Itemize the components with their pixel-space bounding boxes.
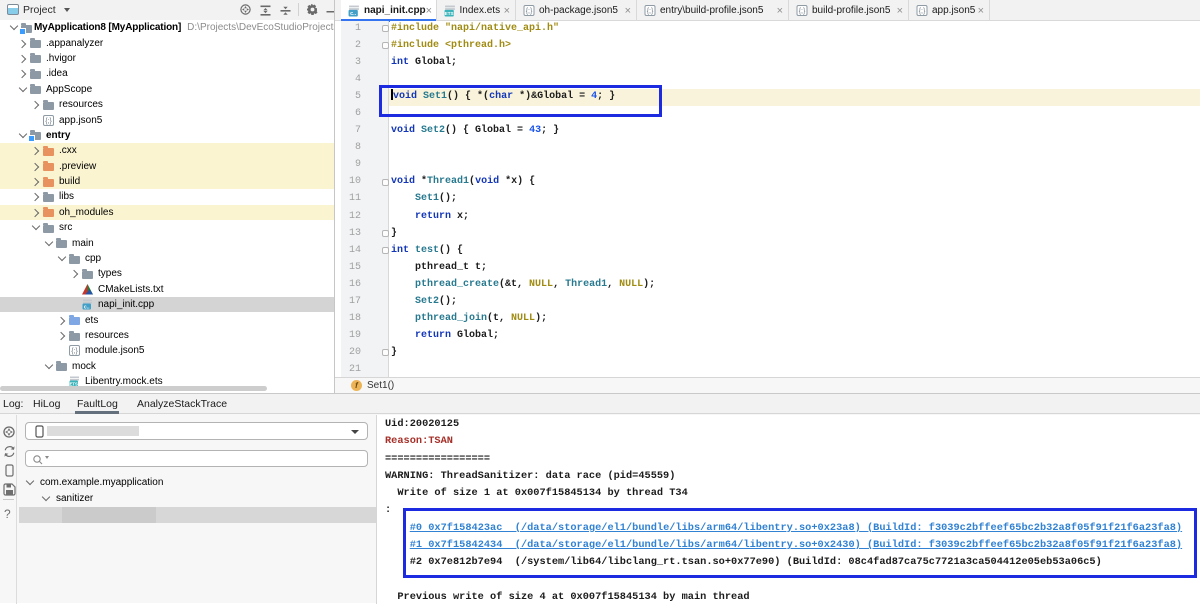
svg-text:{;}: {;} (526, 8, 533, 15)
svg-text:c..: c.. (350, 11, 357, 17)
svg-text:{;}: {;} (71, 348, 78, 355)
svg-text:ETS: ETS (444, 11, 453, 16)
svg-text:{;}: {;} (919, 8, 926, 15)
svg-text:c..: c.. (84, 305, 90, 311)
svg-text:{;}: {;} (799, 8, 806, 15)
svg-text:{;}: {;} (45, 118, 52, 125)
svg-text:{;}: {;} (647, 8, 654, 15)
